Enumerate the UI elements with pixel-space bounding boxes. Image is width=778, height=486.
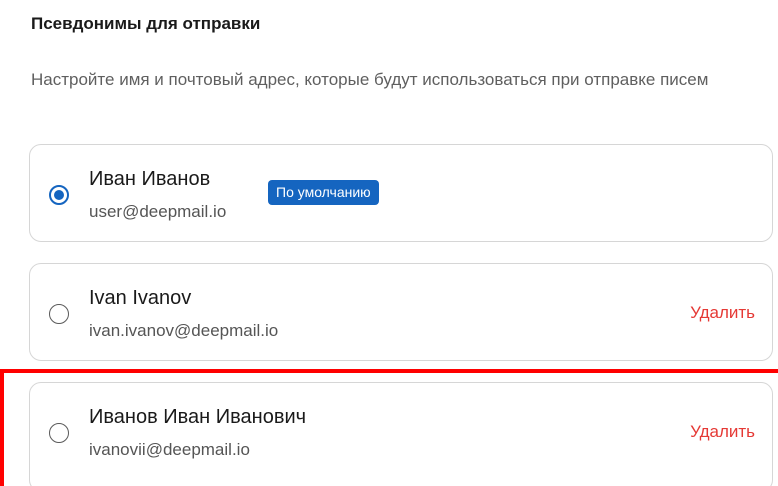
alias-card-1[interactable]: Иван Иванов По умолчанию user@deepmail.i… <box>29 144 773 242</box>
alias-card-3[interactable]: Иванов Иван Иванович ivanovii@deepmail.i… <box>29 382 773 486</box>
alias-name: Ivan Ivanov <box>89 287 192 309</box>
section-description: Настройте имя и почтовый адрес, которые … <box>31 70 709 89</box>
delete-alias-button[interactable]: Удалить <box>690 422 755 442</box>
alias-email: ivanovii@deepmail.io <box>89 440 250 459</box>
delete-alias-button[interactable]: Удалить <box>690 303 755 323</box>
sender-aliases-page: Псевдонимы для отправки Настройте имя и … <box>0 0 778 486</box>
alias-email: ivan.ivanov@deepmail.io <box>89 321 279 340</box>
alias-radio[interactable] <box>49 423 69 443</box>
default-badge: По умолчанию <box>268 180 379 205</box>
section-title: Псевдонимы для отправки <box>31 14 261 33</box>
alias-email: user@deepmail.io <box>89 202 227 221</box>
alias-name: Иванов Иван Иванович <box>89 406 307 428</box>
alias-card-2[interactable]: Ivan Ivanov ivan.ivanov@deepmail.io Удал… <box>29 263 773 361</box>
alias-radio-checked[interactable] <box>49 185 69 205</box>
alias-radio[interactable] <box>49 304 69 324</box>
alias-name: Иван Иванов <box>89 168 211 190</box>
